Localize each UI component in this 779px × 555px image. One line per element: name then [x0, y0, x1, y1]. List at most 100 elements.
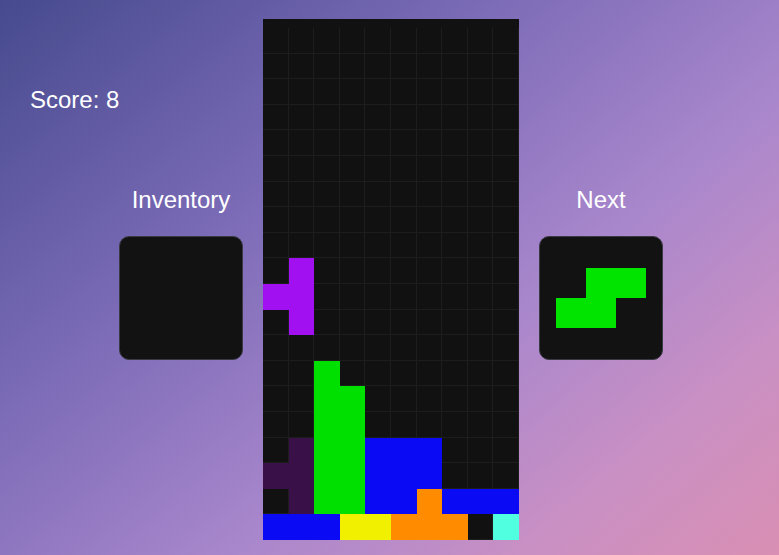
board-cell — [314, 182, 340, 208]
board-cell — [417, 79, 443, 105]
next-piece-cell — [616, 298, 646, 328]
board-cell — [263, 412, 289, 438]
board-cell — [417, 233, 443, 259]
board-cell — [289, 514, 315, 540]
board-cell — [468, 207, 494, 233]
board-cell — [391, 335, 417, 361]
board-cell — [442, 514, 468, 540]
board-cell — [468, 386, 494, 412]
board-cell — [468, 28, 494, 54]
board-cell — [442, 361, 468, 387]
board-cell — [391, 207, 417, 233]
board-cell — [314, 489, 340, 515]
board-cell — [417, 489, 443, 515]
board-cell — [263, 335, 289, 361]
board-cell — [442, 28, 468, 54]
board-cell — [391, 233, 417, 259]
board-cell — [340, 156, 366, 182]
board-cell — [314, 105, 340, 131]
board-cell — [340, 310, 366, 336]
board-cell — [493, 438, 519, 464]
board-cell — [365, 514, 391, 540]
board-cell — [417, 105, 443, 131]
inventory-label: Inventory — [132, 186, 231, 214]
board-cell — [263, 438, 289, 464]
board-cell — [442, 412, 468, 438]
board-cell — [314, 258, 340, 284]
board-cell — [493, 182, 519, 208]
board-cell — [340, 182, 366, 208]
board-cell — [391, 54, 417, 80]
board-cell — [263, 105, 289, 131]
board-cell — [442, 233, 468, 259]
board-cell — [391, 79, 417, 105]
board-cell — [493, 361, 519, 387]
inventory-box[interactable] — [119, 236, 243, 360]
board-cell — [391, 489, 417, 515]
board-cell — [340, 361, 366, 387]
board-cell — [263, 207, 289, 233]
board-cell — [289, 284, 315, 310]
board-cell — [289, 233, 315, 259]
board-cell — [314, 438, 340, 464]
board-cell — [391, 310, 417, 336]
next-piece-cell — [556, 268, 586, 298]
board-cell — [365, 489, 391, 515]
board-cell — [365, 438, 391, 464]
board-cell — [442, 284, 468, 310]
board-cell — [468, 412, 494, 438]
board-cell — [340, 412, 366, 438]
board-cell — [263, 28, 289, 54]
board-cell — [468, 514, 494, 540]
board-cell — [493, 463, 519, 489]
board-cell — [314, 412, 340, 438]
board-cell — [263, 258, 289, 284]
board-cell — [365, 361, 391, 387]
board-cell — [391, 130, 417, 156]
board-cell — [314, 361, 340, 387]
board-cell — [442, 310, 468, 336]
board-cell — [340, 284, 366, 310]
board-cell — [340, 130, 366, 156]
board-cell — [417, 361, 443, 387]
board-cell — [289, 412, 315, 438]
board-cell — [263, 54, 289, 80]
board-cell — [365, 156, 391, 182]
board-cell — [263, 463, 289, 489]
board-cell — [417, 258, 443, 284]
board-cell — [391, 438, 417, 464]
board-cell — [365, 79, 391, 105]
board-cell — [468, 463, 494, 489]
board-cell — [468, 258, 494, 284]
board-cell — [417, 335, 443, 361]
board-cell — [468, 335, 494, 361]
board-cell — [468, 310, 494, 336]
board-cell — [340, 489, 366, 515]
board-cell — [263, 514, 289, 540]
board-cell — [340, 233, 366, 259]
board-cell — [263, 310, 289, 336]
board-cell — [417, 514, 443, 540]
board-cell — [391, 156, 417, 182]
board-cell — [365, 335, 391, 361]
board-cell — [289, 335, 315, 361]
board-cell — [468, 438, 494, 464]
next-label: Next — [576, 186, 625, 214]
board-cell — [468, 105, 494, 131]
board-cell — [263, 489, 289, 515]
board[interactable] — [263, 19, 519, 540]
board-cell — [365, 207, 391, 233]
board-cell — [493, 105, 519, 131]
board-cell — [365, 284, 391, 310]
board-cell — [442, 156, 468, 182]
board-cell — [391, 284, 417, 310]
board-cell — [417, 412, 443, 438]
board-cell — [391, 182, 417, 208]
board-cell — [493, 258, 519, 284]
board-cell — [314, 284, 340, 310]
board-cell — [442, 258, 468, 284]
next-piece-cell — [556, 298, 586, 328]
next-panel: Next — [539, 186, 663, 360]
board-cell — [493, 284, 519, 310]
board-cell — [340, 335, 366, 361]
